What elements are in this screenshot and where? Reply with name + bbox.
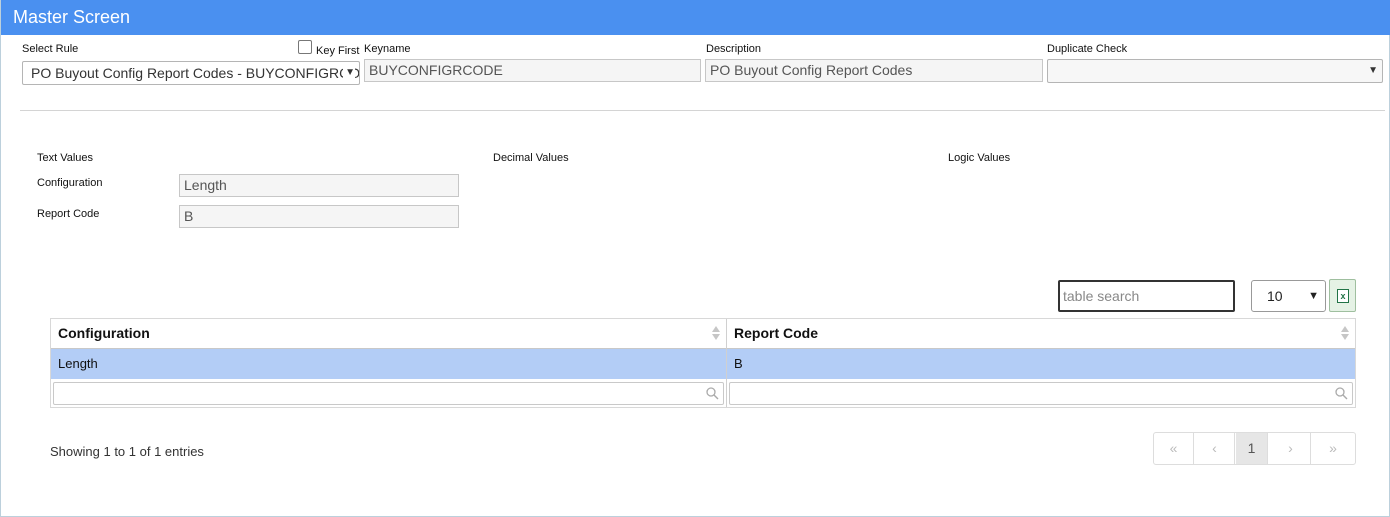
sort-icon[interactable] (1341, 326, 1349, 340)
table-search-input[interactable]: table search (1058, 280, 1235, 312)
chevron-down-icon: ▼ (343, 62, 355, 84)
prev-page-button[interactable]: ‹ (1195, 433, 1235, 464)
key-first-label: Key First (316, 45, 360, 57)
text-values-heading: Text Values (37, 152, 94, 164)
keyname-label: Keyname (364, 43, 411, 55)
page-button-current[interactable]: 1 (1236, 433, 1268, 464)
column-filter-input[interactable] (53, 382, 724, 405)
data-table: Configuration Report Code Length B (50, 318, 1356, 408)
description-label: Description (706, 43, 762, 55)
report-code-field[interactable]: B (179, 205, 459, 228)
key-first-checkbox[interactable] (298, 40, 312, 54)
divider (20, 110, 1385, 111)
table-info: Showing 1 to 1 of 1 entries (50, 444, 204, 459)
column-header-label: Configuration (58, 325, 150, 341)
search-icon (706, 387, 719, 400)
report-code-label: Report Code (37, 208, 100, 220)
duplicate-check-dropdown[interactable]: ▼ (1047, 59, 1383, 83)
table-cell: Length (58, 356, 98, 371)
keyname-field[interactable]: BUYCONFIGRCODE (364, 59, 701, 82)
page-size-select[interactable]: 10 ▼ (1251, 280, 1326, 312)
configuration-field[interactable]: Length (179, 174, 459, 197)
configuration-label: Configuration (37, 177, 103, 189)
select-rule-label: Select Rule (22, 43, 79, 55)
table-cell: B (734, 356, 743, 371)
search-icon (1335, 387, 1348, 400)
column-filter-input[interactable] (729, 382, 1353, 405)
column-header-configuration[interactable]: Configuration (51, 319, 726, 349)
first-page-button[interactable]: « (1154, 433, 1194, 464)
description-field[interactable]: PO Buyout Config Report Codes (705, 59, 1043, 82)
table-row[interactable]: Length B (51, 349, 1355, 379)
column-divider (726, 319, 727, 407)
master-screen-window: Master Screen Select Rule Key First PO B… (0, 0, 1390, 517)
chevron-down-icon: ▼ (1366, 60, 1378, 82)
sort-icon[interactable] (712, 326, 720, 340)
page-size-value: 10 (1267, 288, 1283, 304)
chevron-down-icon: ▼ (1308, 290, 1319, 302)
window-title: Master Screen (1, 0, 1390, 35)
next-page-button[interactable]: › (1271, 433, 1311, 464)
last-page-button[interactable]: » (1313, 433, 1353, 464)
excel-export-button[interactable]: x (1329, 279, 1356, 312)
duplicate-check-label: Duplicate Check (1047, 43, 1128, 55)
select-rule-value: PO Buyout Config Report Codes - BUYCONFI… (31, 65, 360, 81)
column-header-label: Report Code (734, 325, 818, 341)
logic-values-heading: Logic Values (948, 152, 1011, 164)
decimal-values-heading: Decimal Values (493, 152, 569, 164)
column-header-report-code[interactable]: Report Code (727, 319, 1355, 349)
pagination: « ‹ 1 › » (1153, 432, 1356, 465)
select-rule-dropdown[interactable]: PO Buyout Config Report Codes - BUYCONFI… (22, 61, 360, 85)
excel-export-icon: x (1337, 289, 1349, 303)
